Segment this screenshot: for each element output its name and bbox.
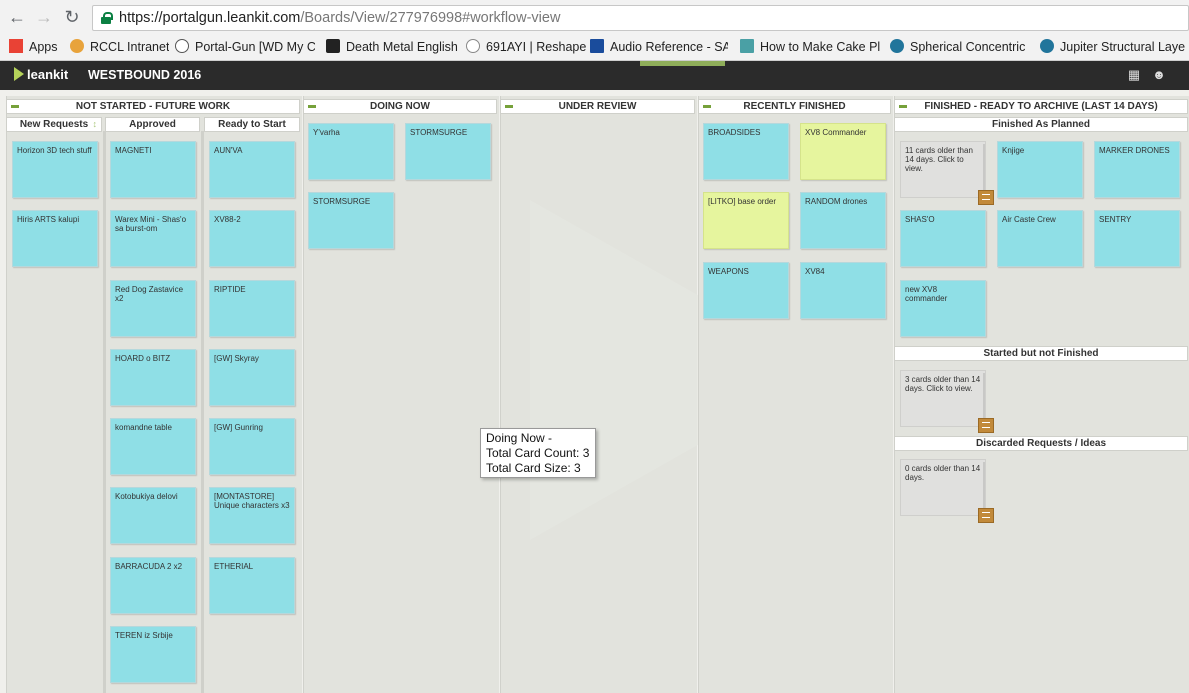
divider — [983, 462, 985, 514]
card[interactable]: BARRACUDA 2 x2 — [110, 557, 196, 614]
card[interactable]: [GW] Gunring — [209, 418, 295, 475]
collapse-icon[interactable] — [703, 105, 711, 108]
bookmark-reshape[interactable]: 691AYI | Reshape — [466, 38, 586, 56]
card[interactable]: SHAS'O — [900, 210, 986, 267]
sublane-header-new-requests[interactable]: New Requests ↕ — [6, 117, 102, 132]
wordpress-icon — [890, 39, 904, 53]
forward-icon[interactable]: → — [33, 6, 55, 28]
card[interactable]: Air Caste Crew — [997, 210, 1083, 267]
card[interactable]: AUN'VA — [209, 141, 295, 198]
bookmark-jupiter[interactable]: Jupiter Structural Laye — [1040, 38, 1189, 56]
card[interactable]: STORMSURGE — [405, 123, 491, 180]
card[interactable]: TEREN iz Srbije — [110, 626, 196, 683]
reshape-icon — [466, 39, 480, 53]
card[interactable]: MARKER DRONES — [1094, 141, 1180, 198]
card[interactable]: new XV8 commander — [900, 280, 986, 337]
lane-tooltip: Doing Now - Total Card Count: 3 Total Ca… — [480, 428, 596, 478]
lane-divider — [201, 131, 204, 693]
card[interactable]: WEAPONS — [703, 262, 789, 319]
url-path: /Boards/View/277976998#workflow-view — [300, 10, 561, 26]
add-card-icon[interactable]: ▦ — [1126, 67, 1142, 83]
board-title: WESTBOUND 2016 — [88, 68, 202, 82]
card[interactable]: Red Dog Zastavice x2 — [110, 280, 196, 337]
archive-icon[interactable] — [978, 190, 994, 205]
card[interactable]: Warex Mini - Shas'o sa burst-om — [110, 210, 196, 267]
lock-icon — [101, 12, 113, 24]
card[interactable]: XV84 — [800, 262, 886, 319]
card[interactable]: [MONTASTORE] Unique characters x3 — [209, 487, 295, 544]
lane-recently-finished-body — [698, 96, 893, 693]
lane-header-finished[interactable]: FINISHED - READY TO ARCHIVE (LAST 14 DAY… — [894, 99, 1188, 114]
bookmark-cake[interactable]: How to Make Cake Pl — [740, 38, 880, 56]
card[interactable]: SENTRY — [1094, 210, 1180, 267]
card[interactable]: STORMSURGE — [308, 192, 394, 249]
bookmark-audio-reference[interactable]: Audio Reference - SAI — [590, 38, 728, 56]
lane-header-recently-finished[interactable]: RECENTLY FINISHED — [698, 99, 891, 114]
url-host: https://portalgun.leankit.com — [119, 10, 301, 26]
apps-grid-icon — [9, 39, 23, 53]
archive-icon[interactable] — [978, 418, 994, 433]
wordpress-icon — [1040, 39, 1054, 53]
card[interactable]: XV88-2 — [209, 210, 295, 267]
hand-icon — [326, 39, 340, 53]
reload-icon[interactable]: ↻ — [61, 6, 83, 28]
card[interactable]: XV8 Commander — [800, 123, 886, 180]
sai-icon — [590, 39, 604, 53]
lane-header-doing-now[interactable]: DOING NOW — [303, 99, 497, 114]
rccl-icon — [70, 39, 84, 53]
card[interactable]: [GW] Skyray — [209, 349, 295, 406]
wip-icon: ↕ — [92, 119, 98, 129]
sublane-header-ready[interactable]: Ready to Start — [204, 117, 300, 132]
archive-icon[interactable] — [978, 508, 994, 523]
browser-chrome: ← → ↻ https://portalgun.leankit.com/Boar… — [0, 0, 1189, 61]
divider — [983, 144, 985, 196]
card[interactable]: ETHERIAL — [209, 557, 295, 614]
card[interactable]: [LITKO] base order — [703, 192, 789, 249]
tooltip-title: Doing Now - — [486, 431, 553, 445]
tooltip-card-size: Total Card Size: 3 — [486, 461, 581, 475]
collapse-icon[interactable] — [11, 105, 19, 108]
card[interactable]: MAGNETI — [110, 141, 196, 198]
sublane-header-discarded[interactable]: Discarded Requests / Ideas — [894, 436, 1188, 451]
tooltip-card-count: Total Card Count: 3 — [486, 446, 590, 460]
address-bar[interactable]: https://portalgun.leankit.com/Boards/Vie… — [92, 5, 1189, 31]
card[interactable]: Y'varha — [308, 123, 394, 180]
bookmark-portal-gun[interactable]: Portal-Gun [WD My C — [175, 38, 315, 56]
sublane-header-approved[interactable]: Approved — [105, 117, 200, 132]
older-cards-summary[interactable]: 11 cards older than 14 days. Click to vi… — [900, 141, 986, 198]
collapse-icon[interactable] — [899, 105, 907, 108]
lane-header-under-review[interactable]: UNDER REVIEW — [500, 99, 695, 114]
app-header: leankit WESTBOUND 2016 — [0, 61, 1189, 90]
card[interactable]: Knjige — [997, 141, 1083, 198]
user-settings-icon[interactable]: ☻ — [1151, 67, 1167, 83]
lane-header-not-started[interactable]: NOT STARTED - FUTURE WORK — [6, 99, 300, 114]
active-view-indicator — [640, 61, 725, 66]
card[interactable]: Kotobukiya delovi — [110, 487, 196, 544]
lane-divider — [103, 131, 106, 693]
older-cards-summary[interactable]: 0 cards older than 14 days. — [900, 459, 986, 516]
ma-icon — [740, 39, 754, 53]
older-cards-summary[interactable]: 3 cards older than 14 days. Click to vie… — [900, 370, 986, 427]
card[interactable]: BROADSIDES — [703, 123, 789, 180]
sublane-header-finished-planned[interactable]: Finished As Planned — [894, 117, 1188, 132]
sublane-header-not-finished[interactable]: Started but not Finished — [894, 346, 1188, 361]
card[interactable]: RANDOM drones — [800, 192, 886, 249]
bookmark-apps[interactable]: Apps — [9, 38, 58, 56]
card[interactable]: komandne table — [110, 418, 196, 475]
leankit-logo-icon — [14, 67, 24, 81]
collapse-icon[interactable] — [308, 105, 316, 108]
card[interactable]: Horizon 3D tech stuff — [12, 141, 98, 198]
bookmarks-bar: Apps RCCL Intranet Portal-Gun [WD My C D… — [0, 36, 1189, 58]
bookmark-rccl[interactable]: RCCL Intranet — [70, 38, 169, 56]
cloud-icon — [175, 39, 189, 53]
card[interactable]: RIPTIDE — [209, 280, 295, 337]
lane-doing-now-body — [303, 96, 499, 693]
bookmark-spherical[interactable]: Spherical Concentric L — [890, 38, 1028, 56]
back-icon[interactable]: ← — [6, 6, 28, 28]
card[interactable]: HOARD o BITZ — [110, 349, 196, 406]
bookmark-death-metal[interactable]: Death Metal English — [326, 38, 458, 56]
card[interactable]: Hiris ARTS kalupi — [12, 210, 98, 267]
leankit-logo[interactable]: leankit — [14, 67, 68, 83]
collapse-icon[interactable] — [505, 105, 513, 108]
